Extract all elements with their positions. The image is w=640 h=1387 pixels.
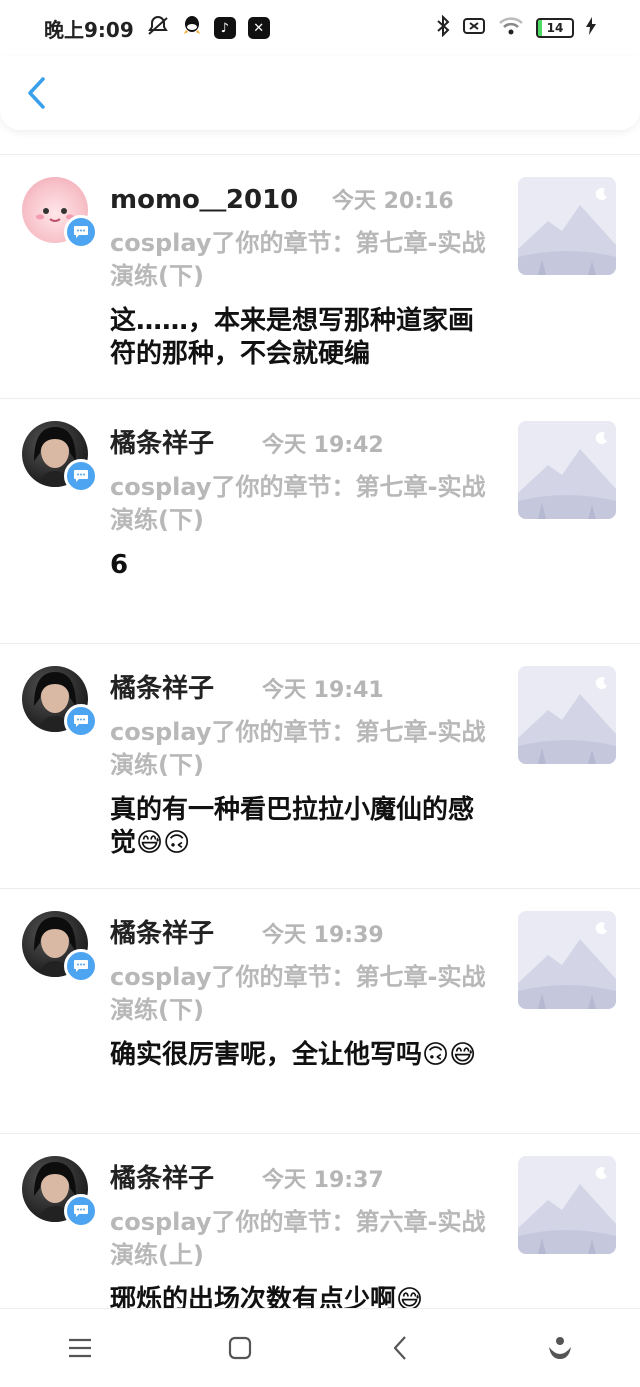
assistant-icon (549, 1337, 571, 1359)
mountain-placeholder-icon (518, 922, 616, 1009)
back-triangle-icon (393, 1336, 406, 1360)
comment-notification-list: momo＿2010 今天 20:16 cosplay了你的章节：第七章-实战演练… (0, 154, 640, 1378)
chapter-thumbnail[interactable] (518, 177, 616, 275)
comment-bubble-icon (74, 715, 88, 727)
avatar-wrap[interactable] (22, 421, 98, 493)
mountain-placeholder-icon (518, 188, 616, 275)
home-square-icon (228, 1336, 252, 1360)
comment-bubble-icon (74, 1205, 88, 1217)
back-button[interactable] (20, 72, 52, 114)
system-back-button[interactable] (370, 1323, 430, 1373)
no-sim-icon (462, 16, 486, 41)
chapter-thumbnail[interactable] (518, 1156, 616, 1254)
comment-badge (64, 1194, 98, 1228)
qq-icon (182, 15, 202, 42)
comment-bubble-icon (74, 960, 88, 972)
assistant-button[interactable] (530, 1323, 590, 1373)
chapter-reference[interactable]: cosplay了你的章节：第六章-实战演练(上) (110, 1206, 490, 1272)
wifi-icon (498, 16, 524, 41)
mountain-placeholder-icon (518, 1167, 616, 1254)
list-item[interactable]: momo＿2010 今天 20:16 cosplay了你的章节：第七章-实战演练… (0, 155, 640, 399)
username[interactable]: 橘条祥子 (110, 423, 214, 460)
avatar-wrap[interactable] (22, 1156, 98, 1228)
timestamp: 今天 19:39 (262, 923, 384, 948)
avatar-wrap[interactable] (22, 177, 98, 249)
comment-badge (64, 704, 98, 738)
comment-badge (64, 949, 98, 983)
username[interactable]: 橘条祥子 (110, 668, 214, 705)
tiktok-icon: ♪ (213, 17, 236, 39)
status-right: 14 (436, 14, 596, 42)
battery-level: 14 (546, 21, 564, 35)
mountain-placeholder-icon (518, 432, 616, 519)
timestamp: 今天 20:16 (332, 189, 454, 214)
list-item[interactable]: 橘条祥子 今天 19:42 cosplay了你的章节：第七章-实战演练(下) 6 (0, 399, 640, 644)
list-item[interactable]: 橘条祥子 今天 19:41 cosplay了你的章节：第七章-实战演练(下) 真… (0, 644, 640, 889)
capcut-icon: ✕ (247, 17, 270, 39)
chapter-thumbnail[interactable] (518, 666, 616, 764)
system-nav-bar (0, 1308, 640, 1387)
comment-bubble-icon (74, 226, 88, 238)
timestamp: 今天 19:37 (262, 1168, 384, 1193)
chapter-reference[interactable]: cosplay了你的章节：第七章-实战演练(下) (110, 471, 490, 537)
mute-icon (146, 15, 170, 41)
comment-text: 确实很厉害呢，全让他写吗🙃😅 (110, 1040, 477, 1070)
recent-apps-button[interactable] (50, 1323, 110, 1373)
username[interactable]: momo＿2010 (110, 179, 298, 216)
battery-indicator: 14 (536, 18, 574, 38)
timestamp: 今天 19:42 (262, 433, 384, 458)
avatar-wrap[interactable] (22, 911, 98, 983)
comment-badge (64, 459, 98, 493)
charging-icon (586, 16, 596, 40)
menu-icon (69, 1338, 91, 1358)
top-header (0, 56, 640, 130)
comment-badge (64, 215, 98, 249)
bluetooth-icon (436, 14, 450, 42)
mountain-placeholder-icon (518, 677, 616, 764)
comment-text: 这……，本来是想写那种道家画符的那种，不会就硬编 (110, 306, 475, 369)
chapter-reference[interactable]: cosplay了你的章节：第七章-实战演练(下) (110, 961, 490, 1027)
list-item[interactable]: 橘条祥子 今天 19:39 cosplay了你的章节：第七章-实战演练(下) 确… (0, 889, 640, 1134)
username[interactable]: 橘条祥子 (110, 1158, 214, 1195)
home-button[interactable] (210, 1323, 270, 1373)
avatar-wrap[interactable] (22, 666, 98, 738)
status-bar: 晚上9:09 ♪ ✕ 14 (0, 0, 640, 56)
comment-text: 真的有一种看巴拉拉小魔仙的感觉😅🙃 (110, 795, 475, 858)
username[interactable]: 橘条祥子 (110, 913, 214, 950)
chevron-left-icon (28, 77, 45, 109)
chapter-thumbnail[interactable] (518, 421, 616, 519)
chapter-thumbnail[interactable] (518, 911, 616, 1009)
timestamp: 今天 19:41 (262, 678, 384, 703)
status-time: 晚上9:09 (44, 17, 134, 42)
chapter-reference[interactable]: cosplay了你的章节：第七章-实战演练(下) (110, 716, 490, 782)
comment-bubble-icon (74, 470, 88, 482)
status-left: 晚上9:09 ♪ ✕ (44, 14, 270, 43)
comment-text: 6 (110, 550, 129, 580)
chapter-reference[interactable]: cosplay了你的章节：第七章-实战演练(下) (110, 227, 490, 293)
